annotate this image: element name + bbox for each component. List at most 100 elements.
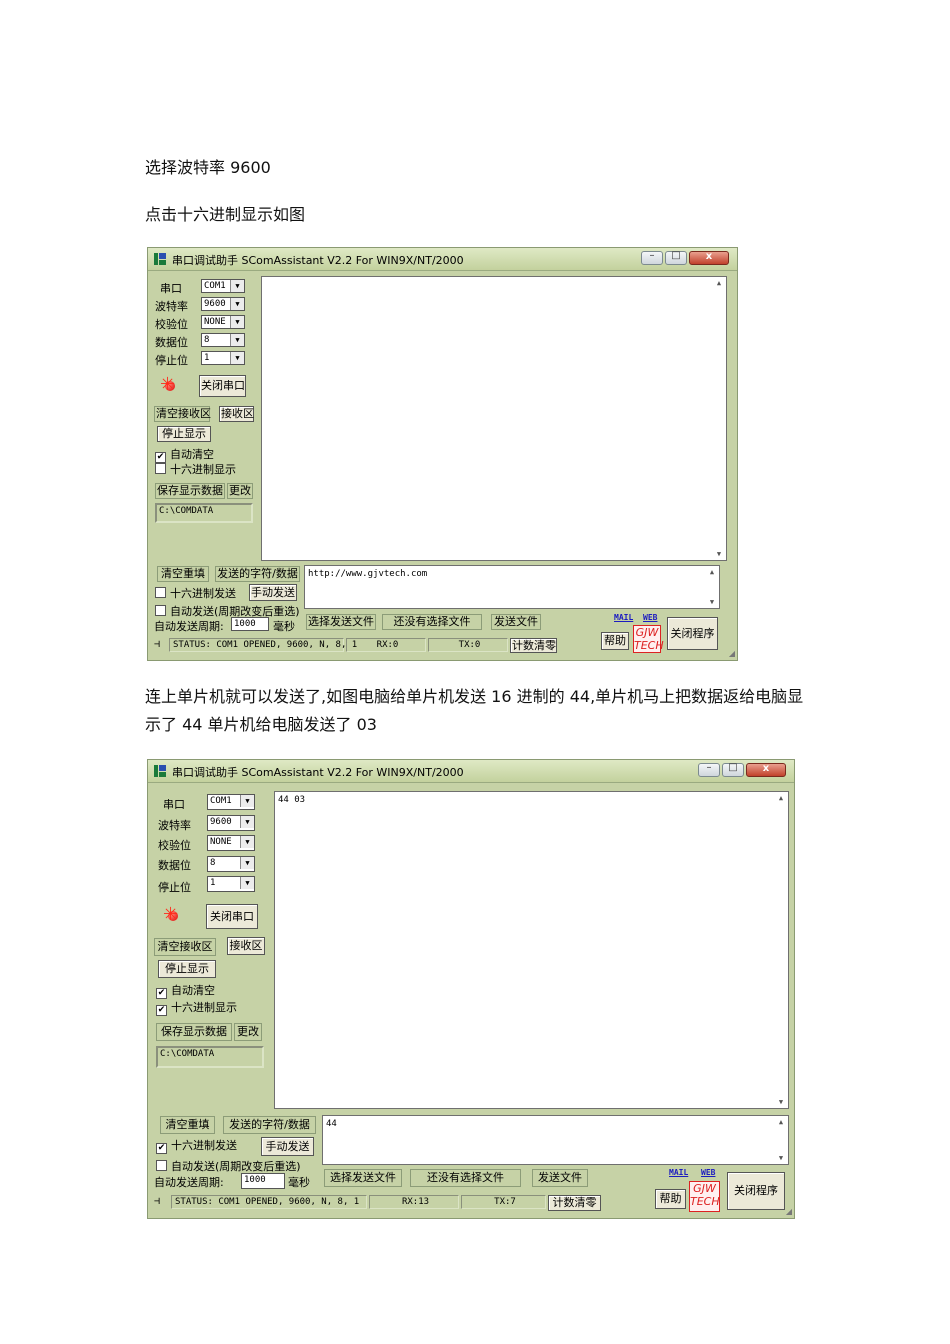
hex-display-checkbox[interactable]: ✔ 十六进制显示 — [156, 999, 237, 1016]
parity-select[interactable]: NONE ▼ — [207, 835, 255, 851]
web-link[interactable]: WEB — [701, 1168, 715, 1177]
scroll-up-icon: ▲ — [778, 794, 784, 802]
mail-link[interactable]: MAIL — [669, 1168, 688, 1177]
parity-select[interactable]: NONE ▼ — [201, 315, 245, 329]
receive-scrollbar[interactable]: ▲ ▼ — [774, 792, 788, 1108]
close-icon: x — [705, 251, 713, 262]
checkbox-box — [156, 1160, 167, 1171]
choose-file-button[interactable]: 选择发送文件 — [324, 1169, 402, 1187]
checkbox-box — [155, 587, 166, 598]
databits-select[interactable]: 8 ▼ — [201, 333, 245, 347]
choose-file-button[interactable]: 选择发送文件 — [306, 614, 376, 630]
maximize-button[interactable]: □ — [665, 250, 687, 265]
close-window-button[interactable]: x — [746, 763, 786, 777]
port-label: 串口 — [160, 282, 182, 295]
send-file-button[interactable]: 发送文件 — [532, 1169, 588, 1187]
mail-link[interactable]: MAIL — [614, 613, 633, 622]
maximize-button[interactable]: □ — [722, 762, 744, 777]
port-select[interactable]: COM1 ▼ — [201, 279, 245, 293]
save-path-field[interactable]: C:\COMDATA — [156, 1046, 264, 1068]
scroll-up-icon: ▲ — [778, 1118, 784, 1126]
help-button[interactable]: 帮助 — [601, 632, 629, 650]
send-scrollbar[interactable]: ▲ ▼ — [705, 566, 719, 608]
scroll-down-icon: ▼ — [778, 1098, 784, 1106]
receive-textarea[interactable]: ▲ ▼ — [261, 276, 727, 561]
status-text: STATUS: COM1 OPENED, 9600, N, 8, 1 — [169, 638, 357, 652]
minimize-icon: – — [649, 250, 655, 261]
clear-receive-button[interactable]: 清空接收区 — [154, 938, 216, 956]
period-input[interactable]: 1000 — [231, 617, 269, 631]
scroll-down-icon: ▼ — [709, 598, 715, 606]
help-button[interactable]: 帮助 — [655, 1189, 686, 1209]
minimize-button[interactable]: – — [641, 250, 663, 265]
stop-display-button[interactable]: 停止显示 — [157, 426, 211, 442]
maximize-icon: □ — [728, 762, 738, 773]
port-select[interactable]: COM1 ▼ — [207, 794, 255, 810]
chevron-down-icon: ▼ — [230, 298, 244, 310]
text-select-baud: 选择波特率 9600 — [145, 158, 271, 177]
hex-display-checkbox[interactable]: 十六进制显示 — [155, 461, 236, 477]
close-window-button[interactable]: x — [689, 251, 729, 265]
save-path-field[interactable]: C:\COMDATA — [155, 503, 253, 523]
receive-scrollbar[interactable]: ▲ ▼ — [712, 277, 726, 560]
stop-display-button[interactable]: 停止显示 — [158, 960, 216, 978]
chevron-down-icon: ▼ — [240, 816, 254, 828]
title-bar: 串口调试助手 SComAssistant V2.2 For WIN9X/NT/2… — [148, 760, 794, 783]
receive-area-button[interactable]: 接收区 — [227, 937, 265, 955]
app-icon — [153, 764, 167, 778]
pin-icon: ⊣ — [154, 639, 161, 650]
pin-icon: ⊣ — [154, 1196, 161, 1207]
change-path-button[interactable]: 更改 — [227, 483, 253, 499]
databits-select[interactable]: 8 ▼ — [207, 856, 255, 872]
auto-send-checkbox[interactable]: 自动发送(周期改变后重选) — [156, 1158, 301, 1174]
stopbits-label: 停止位 — [158, 881, 191, 894]
hex-send-checkbox[interactable]: 十六进制发送 — [155, 585, 236, 601]
hex-send-checkbox[interactable]: ✔ 十六进制发送 — [156, 1137, 237, 1154]
status-bar: ⊣ STATUS: COM1 OPENED, 9600, N, 8, 1 RX:… — [154, 638, 594, 653]
save-data-button[interactable]: 保存显示数据 — [155, 483, 225, 499]
change-path-button[interactable]: 更改 — [234, 1023, 262, 1041]
auto-clear-checkbox[interactable]: ✔ 自动清空 — [156, 982, 215, 999]
receive-area-button[interactable]: 接收区 — [219, 406, 254, 422]
chevron-down-icon: ▼ — [240, 857, 254, 869]
close-port-button[interactable]: 关闭串口 — [199, 375, 246, 397]
web-link[interactable]: WEB — [643, 613, 657, 622]
send-file-button[interactable]: 发送文件 — [491, 614, 541, 630]
baud-select[interactable]: 9600 ▼ — [207, 815, 255, 831]
send-chars-button[interactable]: 发送的字符/数据 — [223, 1116, 316, 1134]
databits-label: 数据位 — [158, 859, 191, 872]
status-led-icon — [163, 904, 178, 925]
stopbits-select[interactable]: 1 ▼ — [201, 351, 245, 365]
close-port-button[interactable]: 关闭串口 — [206, 904, 258, 929]
auto-period-label: 自动发送周期: — [154, 1176, 224, 1189]
send-textarea[interactable]: 44 ▲ ▼ — [322, 1115, 789, 1165]
send-chars-button[interactable]: 发送的字符/数据 — [215, 566, 300, 582]
clear-resend-button[interactable]: 清空重填 — [160, 1116, 215, 1134]
tx-count: TX:0 — [428, 638, 508, 652]
save-data-button[interactable]: 保存显示数据 — [156, 1023, 232, 1041]
clear-receive-button[interactable]: 清空接收区 — [154, 406, 211, 422]
count-clear-button[interactable]: 计数清零 — [548, 1195, 601, 1211]
send-scrollbar[interactable]: ▲ ▼ — [774, 1116, 788, 1164]
checkbox-box — [155, 605, 166, 616]
scroll-up-icon: ▲ — [716, 279, 722, 287]
stopbits-select[interactable]: 1 ▼ — [207, 876, 255, 892]
scroll-down-icon: ▼ — [778, 1154, 784, 1162]
period-input[interactable]: 1000 — [241, 1173, 285, 1189]
receive-textarea[interactable]: 44 03 ▲ ▼ — [274, 791, 789, 1109]
count-clear-button[interactable]: 计数清零 — [510, 638, 557, 653]
stopbits-label: 停止位 — [155, 354, 188, 367]
manual-send-button[interactable]: 手动发送 — [249, 584, 297, 601]
resize-grip-icon: ◢ — [785, 1207, 792, 1216]
status-text: STATUS: COM1 OPENED, 9600, N, 8, 1 — [171, 1195, 367, 1209]
clear-resend-button[interactable]: 清空重填 — [157, 566, 209, 582]
auto-send-checkbox[interactable]: 自动发送(周期改变后重选) — [155, 603, 300, 619]
close-program-button[interactable]: 关闭程序 — [667, 617, 718, 650]
parity-label: 校验位 — [155, 318, 188, 331]
minimize-button[interactable]: – — [698, 762, 720, 777]
serial-assistant-window-2: 串口调试助手 SComAssistant V2.2 For WIN9X/NT/2… — [147, 759, 795, 1219]
baud-select[interactable]: 9600 ▼ — [201, 297, 245, 311]
close-program-button[interactable]: 关闭程序 — [727, 1172, 785, 1210]
send-textarea[interactable]: http://www.gjvtech.com ▲ ▼ — [304, 565, 720, 609]
manual-send-button[interactable]: 手动发送 — [261, 1137, 314, 1156]
